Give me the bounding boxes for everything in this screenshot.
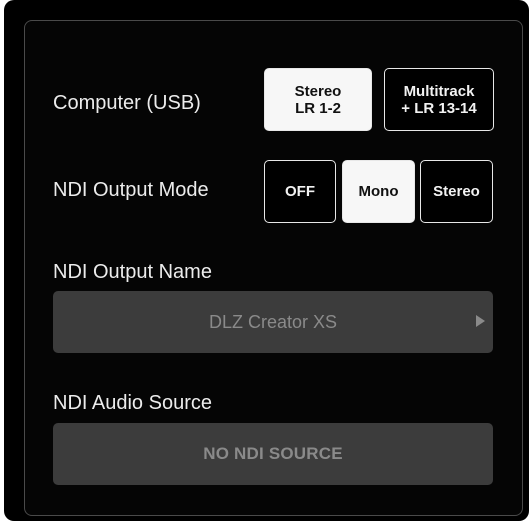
- computer-usb-label: Computer (USB): [53, 92, 201, 114]
- ndi-output-name-value: DLZ Creator XS: [208, 311, 338, 332]
- ndi-mode-mono-button[interactable]: Mono: [342, 160, 415, 223]
- ndi-mode-stereo-button[interactable]: Stereo: [420, 160, 493, 223]
- stereo-lr-1-2-button[interactable]: Stereo LR 1-2: [264, 68, 372, 131]
- ndi-mode-off-button[interactable]: OFF: [264, 160, 336, 223]
- stereo-lr-1-2-line2: LR 1-2: [295, 99, 341, 117]
- ndi-audio-source-field[interactable]: NO NDI SOURCE: [53, 423, 493, 485]
- ndi-mode-mono-label: Mono: [358, 183, 399, 200]
- ndi-mode-stereo-label: Stereo: [433, 183, 480, 200]
- ndi-audio-source-label: NDI Audio Source: [53, 392, 212, 414]
- stereo-lr-1-2-line1: Stereo: [294, 82, 342, 100]
- multitrack-line1: Multitrack: [403, 82, 475, 100]
- multitrack-lr-13-14-button[interactable]: Multitrack + LR 13-14: [384, 68, 494, 131]
- ndi-audio-source-value: NO NDI SOURCE: [203, 444, 343, 463]
- ndi-output-name-field[interactable]: DLZ Creator XS: [53, 291, 493, 353]
- ndi-mode-off-label: OFF: [285, 183, 315, 200]
- multitrack-line2: + LR 13-14: [401, 99, 477, 117]
- ndi-output-mode-label: NDI Output Mode: [53, 179, 209, 201]
- ndi-output-name-label: NDI Output Name: [53, 261, 212, 283]
- play-arrow-icon: [476, 315, 485, 327]
